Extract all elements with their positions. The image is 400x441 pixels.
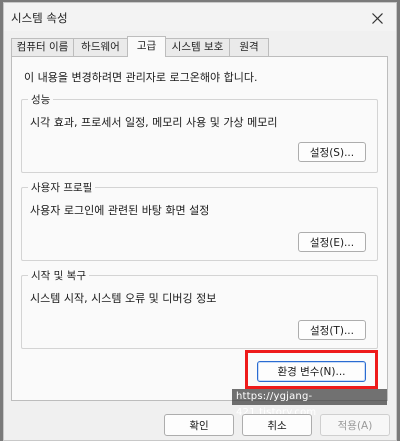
performance-description: 시각 효과, 프로세서 일정, 메모리 사용 및 가상 메모리 bbox=[30, 116, 278, 129]
tab-advanced[interactable]: 고급 bbox=[127, 36, 166, 57]
system-properties-dialog: 시스템 속성 컴퓨터 이름 하드웨어 고급 시스템 보호 원격 이 내용을 변경… bbox=[3, 2, 397, 441]
close-button[interactable] bbox=[366, 8, 388, 26]
performance-settings-button[interactable]: 설정(S)... bbox=[298, 142, 366, 162]
watermark: https://ygjang-421.tistory.com bbox=[232, 389, 387, 418]
window-title: 시스템 속성 bbox=[11, 11, 68, 25]
user-profiles-title: 사용자 프로필 bbox=[28, 180, 96, 195]
tab-hardware[interactable]: 하드웨어 bbox=[73, 38, 128, 56]
environment-variables-button[interactable]: 환경 변수(N)... bbox=[257, 361, 366, 382]
startup-recovery-title: 시작 및 복구 bbox=[28, 268, 89, 283]
cancel-button[interactable]: 취소 bbox=[242, 414, 312, 436]
startup-recovery-description: 시스템 시작, 시스템 오류 및 디버깅 정보 bbox=[30, 292, 217, 305]
close-icon bbox=[371, 13, 383, 24]
performance-title: 성능 bbox=[28, 92, 54, 107]
performance-group: 성능 시각 효과, 프로세서 일정, 메모리 사용 및 가상 메모리 설정(S)… bbox=[21, 92, 378, 173]
user-profiles-description: 사용자 로그인에 관련된 바탕 화면 설정 bbox=[30, 204, 210, 217]
ok-button[interactable]: 확인 bbox=[164, 414, 234, 436]
tab-remote[interactable]: 원격 bbox=[229, 38, 269, 56]
user-profiles-settings-button[interactable]: 설정(E)... bbox=[298, 232, 366, 252]
apply-button[interactable]: 적용(A) bbox=[320, 414, 390, 436]
advanced-tab-panel: 이 내용을 변경하려면 관리자로 로그온해야 합니다. 성능 시각 효과, 프로… bbox=[11, 56, 388, 418]
tab-system-protection[interactable]: 시스템 보호 bbox=[165, 38, 230, 56]
user-profiles-group: 사용자 프로필 사용자 로그인에 관련된 바탕 화면 설정 설정(E)... bbox=[21, 180, 378, 261]
title-bar: 시스템 속성 bbox=[4, 3, 396, 31]
admin-notice: 이 내용을 변경하려면 관리자로 로그온해야 합니다. bbox=[24, 71, 258, 84]
startup-recovery-group: 시작 및 복구 시스템 시작, 시스템 오류 및 디버깅 정보 설정(T)... bbox=[21, 268, 378, 349]
tab-computer-name[interactable]: 컴퓨터 이름 bbox=[11, 38, 74, 56]
startup-recovery-settings-button[interactable]: 설정(T)... bbox=[298, 320, 366, 340]
